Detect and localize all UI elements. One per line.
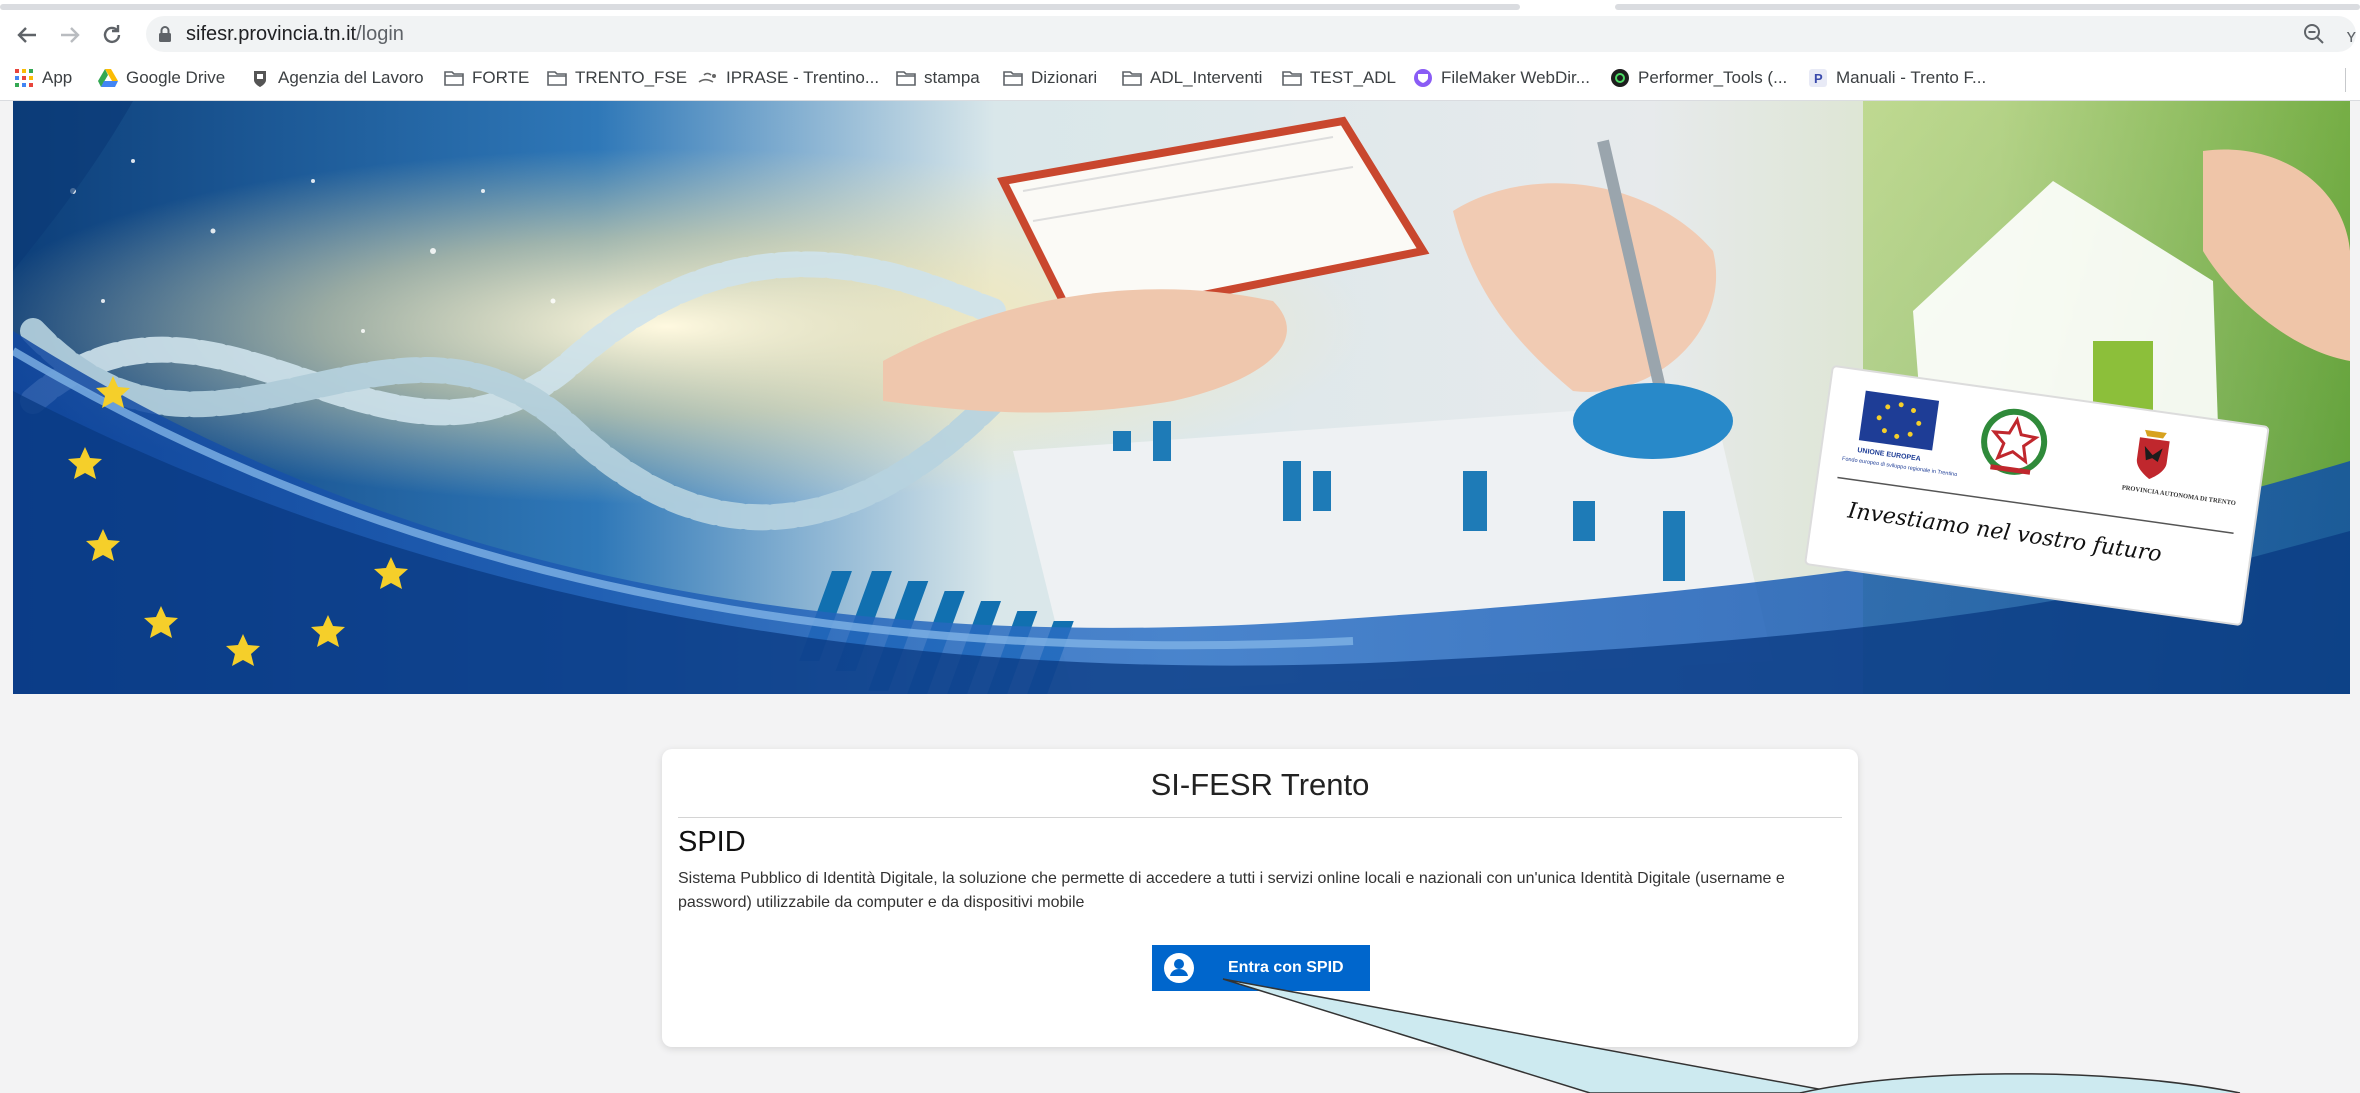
bookmark-test-adl[interactable]: TEST_ADL [1282,64,1396,92]
spid-login-label: Entra con SPID [1228,959,1344,976]
svg-text:P: P [1814,71,1823,86]
user-icon [1164,953,1194,983]
bookmark-performer-tools[interactable]: Performer_Tools (... [1610,64,1787,92]
bookmark-iprase[interactable]: IPRASE - Trentino... [698,64,879,92]
url-host: sifesr.provincia.tn.it [186,23,357,45]
browser-toolbar: sifesr.provincia.tn.it/login ʏ [0,12,2360,56]
bookmark-label: Google Drive [126,68,226,87]
url-text[interactable]: sifesr.provincia.tn.it/login [186,22,404,46]
lock-icon[interactable] [156,25,174,43]
bookmark-filemaker[interactable]: FileMaker WebDir... [1413,64,1590,92]
google-drive-icon [98,68,118,88]
bookmark-trento-fse[interactable]: TRENTO_FSE [547,64,687,92]
bookmark-label: Agenzia del Lavoro [278,68,424,87]
bookmark-adl-interventi[interactable]: ADL_Interventi [1122,64,1262,92]
bookmark-label: FileMaker WebDir... [1441,68,1590,87]
bookmark-label: Dizionari [1031,68,1098,87]
bookmark-stampa[interactable]: stampa [896,64,980,92]
bookmark-google-drive[interactable]: Google Drive [98,64,225,92]
bookmark-label: TRENTO_FSE [575,68,688,87]
bookmark-agenzia-del-lavoro[interactable]: Agenzia del Lavoro [250,64,424,92]
bookmark-dizionari[interactable]: Dizionari [1003,64,1097,92]
tab-strip [0,0,2360,12]
bookmark-label: ADL_Interventi [1150,68,1263,87]
forward-icon[interactable] [55,20,85,50]
bookmark-label: IPRASE - Trentino... [726,68,880,87]
folder-icon [1122,68,1142,88]
url-path: /login [356,23,404,45]
folder-icon [1003,68,1023,88]
folder-icon [444,68,464,88]
performer-icon [1610,68,1630,88]
folder-icon [547,68,567,88]
spid-login-button[interactable]: Entra con SPID [1152,945,1370,991]
crest-icon [250,68,270,88]
folder-icon [896,68,916,88]
card-title: SI-FESR Trento [1150,767,1370,802]
bookmark-manuali[interactable]: P Manuali - Trento F... [1808,64,1986,92]
bookmark-label: Manuali - Trento F... [1836,68,1987,87]
apps-grid-icon [14,68,34,88]
filemaker-icon [1413,68,1433,88]
bookmark-label: App [42,68,73,87]
zoom-icon[interactable] [2302,22,2326,46]
spid-heading: SPID [678,826,746,858]
bookmark-app[interactable]: App [14,64,72,92]
bookmark-label: stampa [924,68,980,87]
back-icon[interactable] [12,20,42,50]
bookmark-label: TEST_ADL [1310,68,1396,87]
spid-description: Sistema Pubblico di Identità Digitale, l… [678,870,1785,911]
eu-flag-icon [1858,390,1940,451]
hero-banner: UNIONE EUROPEA Fondo europeo di sviluppo… [13,101,2350,694]
login-card: SI-FESR Trento SPID Sistema Pubblico di … [662,749,1858,1047]
address-bar[interactable]: sifesr.provincia.tn.it/login ʏ [146,16,2356,52]
tab-bar-left[interactable] [0,4,1520,10]
manuali-icon: P [1808,68,1828,88]
iprase-icon [698,68,718,88]
bookmarks-separator [2345,68,2346,92]
bookmark-label: FORTE [472,68,530,87]
card-divider [678,817,1842,818]
folder-icon [1282,68,1302,88]
tab-bar-right[interactable] [1615,4,2360,10]
reload-icon[interactable] [97,20,127,50]
extension-icon-partial[interactable]: ʏ [2347,26,2356,47]
bookmarks-bar: App Google Drive Agenzia del Lavoro FORT… [0,56,2360,101]
bookmark-label: Performer_Tools (... [1638,68,1788,87]
bookmark-forte[interactable]: FORTE [444,64,529,92]
